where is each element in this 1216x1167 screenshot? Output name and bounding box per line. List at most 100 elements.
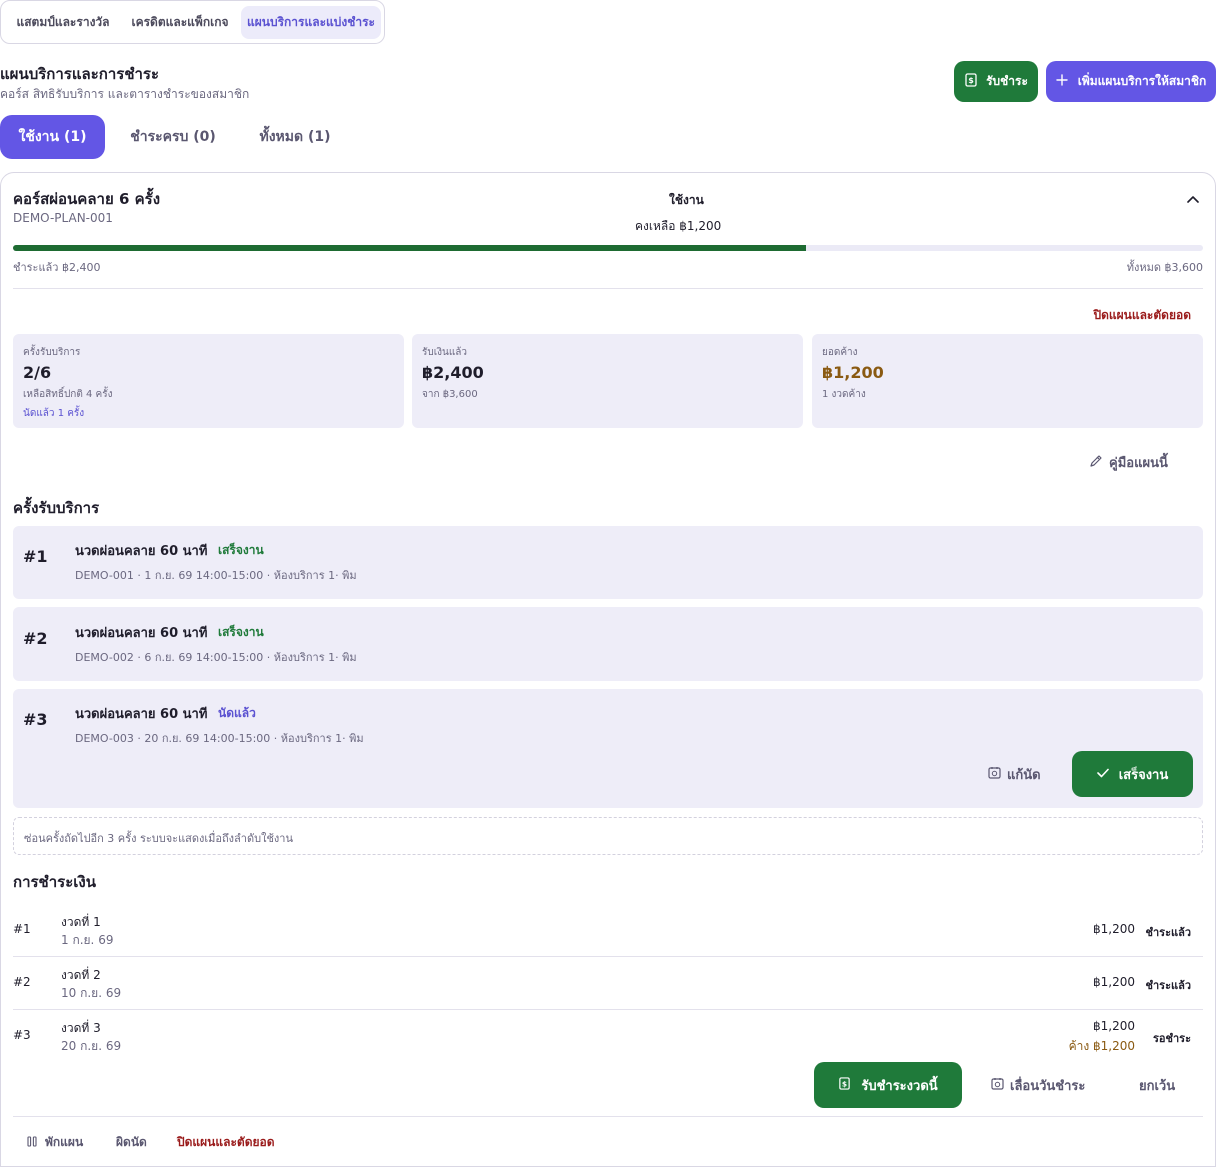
postpone-payment-label: เลื่อนวันชำระ xyxy=(1010,1078,1086,1094)
payment-amount: ฿1,200 xyxy=(1093,922,1135,936)
visit-title: นวดผ่อนคลาย 60 นาที xyxy=(75,707,208,722)
payment-progress-bar xyxy=(13,245,1203,251)
stat-value: ฿1,200 xyxy=(822,363,884,382)
visit-status-badge: เสร็จงาน xyxy=(218,543,264,557)
visit-meta: DEMO-001 · 1 ก.ย. 69 14:00-15:00 · ห้องบ… xyxy=(75,569,357,582)
plan-status: ใช้งาน xyxy=(669,193,704,207)
no-show-button[interactable]: ผิดนัด xyxy=(116,1133,147,1152)
visit-title: นวดผ่อนคลาย 60 นาที xyxy=(75,626,208,641)
payments-section-title: การชำระเงิน xyxy=(13,873,96,891)
payment-amount: ฿1,200 xyxy=(1093,975,1135,989)
complete-visit-label: เสร็จงาน xyxy=(1118,767,1169,783)
payment-label: งวดที่ 3 xyxy=(61,1021,101,1035)
no-show-label: ผิดนัด xyxy=(116,1135,147,1149)
complete-visit-button[interactable]: เสร็จงาน xyxy=(1072,751,1193,797)
divider xyxy=(13,1116,1203,1117)
stat-sub: เหลือสิทธิ์ปกติ 4 ครั้ง xyxy=(23,389,113,400)
receipt-icon: $ xyxy=(964,73,978,90)
tab-plans-installments[interactable]: แผนบริการและแบ่งชำระ xyxy=(241,6,381,39)
payment-status: ชำระแล้ว xyxy=(1145,979,1191,992)
close-plan-label: ปิดแผนและตัดยอด xyxy=(177,1135,275,1149)
visit-row: #2 นวดผ่อนคลาย 60 นาที เสร็จงาน DEMO-002… xyxy=(13,607,1203,681)
stat-value: ฿2,400 xyxy=(422,363,484,382)
pause-plan-button[interactable]: พักแผน xyxy=(27,1133,83,1152)
payment-row: #3 งวดที่ 3 20 ก.ย. 69 ฿1,200 ค้าง ฿1,20… xyxy=(13,1019,1203,1059)
postpone-payment-button[interactable]: เลื่อนวันชำระ xyxy=(991,1062,1101,1108)
page-subtitle: คอร์ส สิทธิรับบริการ และตารางชำระของสมาช… xyxy=(0,87,250,101)
payment-outstanding: ค้าง ฿1,200 xyxy=(1068,1039,1135,1053)
collapse-button[interactable] xyxy=(1181,185,1205,209)
visit-status-badge: นัดแล้ว xyxy=(218,706,256,720)
stat-sub: จาก ฿3,600 xyxy=(422,389,478,400)
payment-number: #2 xyxy=(13,975,31,989)
stat-outstanding: ยอดค้าง ฿1,200 1 งวดค้าง xyxy=(812,334,1203,428)
stat-label: รับเงินแล้ว xyxy=(422,347,468,358)
payment-progress-fill xyxy=(13,245,807,251)
close-plan-link[interactable]: ปิดแผนและตัดยอด xyxy=(1093,306,1191,325)
tab-credits-packages[interactable]: เครดิตและแพ็กเกจ xyxy=(123,6,237,39)
payment-row: #1 งวดที่ 1 1 ก.ย. 69 ฿1,200 ชำระแล้ว xyxy=(13,913,1203,953)
pause-plan-label: พักแผน xyxy=(45,1135,84,1149)
stat-sub-booked: นัดแล้ว 1 ครั้ง xyxy=(23,408,85,419)
visit-row: #3 นวดผ่อนคลาย 60 นาที นัดแล้ว DEMO-003 … xyxy=(13,689,1203,808)
stat-received: รับเงินแล้ว ฿2,400 จาก ฿3,600 xyxy=(412,334,803,428)
plan-guide-link[interactable]: คู่มือแผนนี้ xyxy=(1089,452,1168,473)
paid-amount-label: ชำระแล้ว ฿2,400 xyxy=(13,261,101,274)
visit-meta: DEMO-002 · 6 ก.ย. 69 14:00-15:00 · ห้องบ… xyxy=(75,651,357,664)
visit-status-badge: เสร็จงาน xyxy=(218,625,264,639)
chevron-up-icon xyxy=(1187,188,1199,207)
waive-label: ยกเว้น xyxy=(1139,1078,1176,1094)
payment-label: งวดที่ 1 xyxy=(61,915,101,929)
plan-guide-label: คู่มือแผนนี้ xyxy=(1109,456,1168,471)
tab-active[interactable]: ใช้งาน (1) xyxy=(0,115,105,159)
calendar-clock-icon xyxy=(991,1077,1004,1094)
tab-all[interactable]: ทั้งหมด (1) xyxy=(245,115,345,159)
calendar-clock-icon xyxy=(988,766,1001,783)
add-plan-label: เพิ่มแผนบริการให้สมาชิก xyxy=(1077,74,1207,88)
payment-status: รอชำระ xyxy=(1153,1032,1191,1045)
stat-label: ยอดค้าง xyxy=(822,347,858,358)
visit-meta: DEMO-003 · 20 ก.ย. 69 14:00-15:00 · ห้อง… xyxy=(75,732,364,745)
add-plan-button[interactable]: เพิ่มแผนบริการให้สมาชิก xyxy=(1046,61,1216,102)
stat-label: ครั้งรับบริการ xyxy=(23,347,81,358)
plus-icon xyxy=(1056,74,1068,89)
tab-paid-full[interactable]: ชำระครบ (0) xyxy=(118,115,228,159)
receipt-icon: $ xyxy=(838,1076,851,1094)
receive-payment-label: รับชำระ xyxy=(986,74,1028,88)
payment-date: 10 ก.ย. 69 xyxy=(61,986,122,1000)
total-amount-label: ทั้งหมด ฿3,600 xyxy=(1126,261,1203,274)
visit-row: #1 นวดผ่อนคลาย 60 นาที เสร็จงาน DEMO-001… xyxy=(13,526,1203,599)
receive-installment-button[interactable]: $ รับชำระงวดนี้ xyxy=(814,1062,962,1108)
pause-icon xyxy=(27,1135,37,1150)
reschedule-button[interactable]: แก้นัด xyxy=(988,751,1058,797)
visit-number: #3 xyxy=(23,710,48,729)
plan-card: คอร์สผ่อนคลาย 6 ครั้ง DEMO-PLAN-001 ใช้ง… xyxy=(0,172,1216,1167)
payment-row: #2 งวดที่ 2 10 ก.ย. 69 ฿1,200 ชำระแล้ว xyxy=(13,966,1203,1006)
visit-number: #2 xyxy=(23,629,48,648)
visits-section-title: ครั้งรับบริการ xyxy=(13,499,100,517)
page-title: แผนบริการและการชำระ xyxy=(0,65,160,83)
payment-status: ชำระแล้ว xyxy=(1145,926,1191,939)
check-icon xyxy=(1096,767,1109,782)
receive-payment-button[interactable]: $ รับชำระ xyxy=(954,61,1038,102)
svg-text:$: $ xyxy=(968,76,974,85)
close-plan-button[interactable]: ปิดแผนและตัดยอด xyxy=(177,1133,275,1152)
divider xyxy=(13,1009,1203,1010)
hidden-visits-note: ซ่อนครั้งถัดไปอีก 3 ครั้ง ระบบจะแสดงเมื่… xyxy=(13,817,1203,855)
visit-number: #1 xyxy=(23,547,48,566)
stat-sub: 1 งวดค้าง xyxy=(822,389,866,400)
top-tab-bar: แสตมป์และรางวัล เครดิตและแพ็กเกจ แผนบริก… xyxy=(0,0,385,44)
tab-stamps-rewards[interactable]: แสตมป์และรางวัล xyxy=(7,6,119,39)
payment-number: #3 xyxy=(13,1028,31,1042)
plan-name: คอร์สผ่อนคลาย 6 ครั้ง xyxy=(13,190,161,208)
waive-button[interactable]: ยกเว้น xyxy=(1139,1062,1189,1108)
divider xyxy=(13,956,1203,957)
stat-sessions: ครั้งรับบริการ 2/6 เหลือสิทธิ์ปกติ 4 ครั… xyxy=(13,334,404,428)
payment-amount: ฿1,200 xyxy=(1093,1019,1135,1033)
payment-date: 1 ก.ย. 69 xyxy=(61,933,114,947)
plan-code: DEMO-PLAN-001 xyxy=(13,211,113,225)
payment-number: #1 xyxy=(13,922,31,936)
guide-icon xyxy=(1089,454,1103,472)
divider xyxy=(13,288,1203,289)
reschedule-label: แก้นัด xyxy=(1007,767,1041,783)
